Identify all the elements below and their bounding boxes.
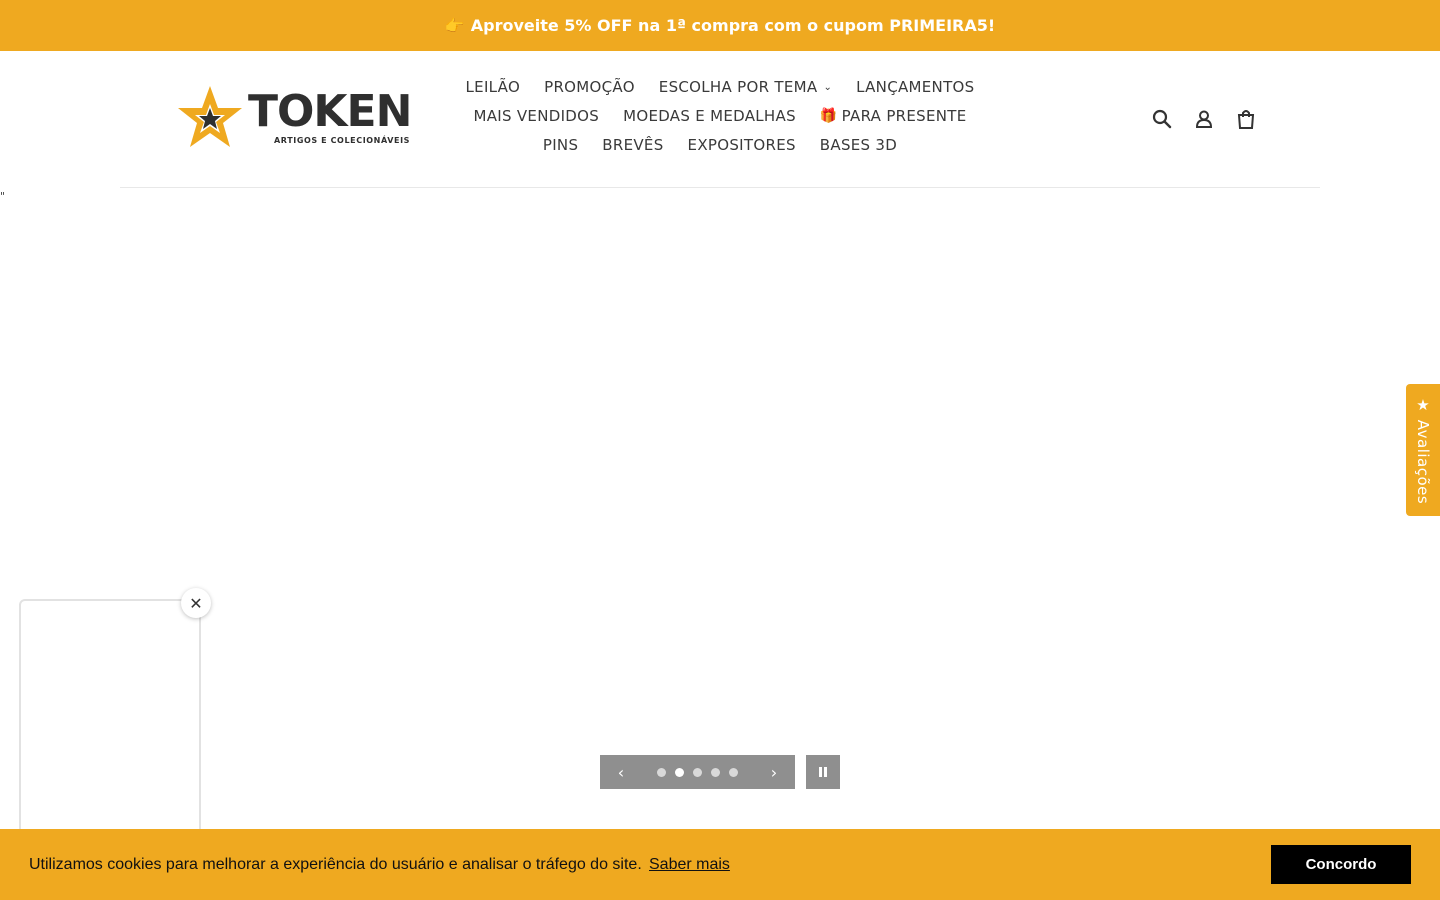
slide-dots	[657, 767, 738, 777]
pointing-hand-icon: 👉	[444, 16, 465, 35]
chevron-down-icon: ⌄	[823, 82, 833, 93]
nav-row-1: LEILÃO PROMOÇÃO ESCOLHA POR TEMA ⌄ LANÇA…	[440, 75, 1000, 98]
video-widget-panel[interactable]	[19, 599, 201, 839]
site-header: TOKEN ARTIGOS E COLECIONÁVEIS LEILÃO PRO…	[0, 51, 1440, 188]
header-actions	[1150, 107, 1258, 131]
slide-dot-5[interactable]	[729, 767, 738, 777]
nav-item-breves[interactable]: BREVÊS	[602, 136, 663, 154]
nav-item-para-presente[interactable]: 🎁 PARA PRESENTE	[820, 107, 967, 125]
nav-item-moedas-e-medalhas[interactable]: MOEDAS E MEDALHAS	[623, 107, 796, 125]
logo-tagline: ARTIGOS E COLECIONÁVEIS	[274, 136, 411, 145]
nav-item-pins[interactable]: PINS	[543, 136, 578, 154]
gift-icon: 🎁	[819, 107, 838, 124]
nav-item-promocao[interactable]: PROMOÇÃO	[544, 78, 635, 96]
slide-dot-1[interactable]	[657, 767, 666, 777]
site-logo[interactable]: TOKEN ARTIGOS E COLECIONÁVEIS	[174, 84, 428, 154]
nav-item-escolha-por-tema[interactable]: ESCOLHA POR TEMA ⌄	[659, 78, 832, 96]
nav-item-expositores[interactable]: EXPOSITORES	[688, 136, 796, 154]
announcement-text: Aproveite 5% OFF na 1ª compra com o cupo…	[470, 16, 996, 35]
slide-dot-3[interactable]	[693, 767, 702, 777]
nav-item-lancamentos[interactable]: LANÇAMENTOS	[856, 78, 974, 96]
next-slide-arrow-icon[interactable]: ›	[765, 763, 783, 782]
cookie-message: Utilizamos cookies para melhorar a exper…	[29, 855, 642, 873]
slideshow-nav: ‹ ›	[600, 755, 795, 789]
nav-item-mais-vendidos[interactable]: MAIS VENDIDOS	[473, 107, 599, 125]
close-icon[interactable]: ✕	[181, 588, 211, 618]
cookie-accept-button[interactable]: Concordo	[1271, 845, 1411, 884]
account-icon[interactable]	[1192, 107, 1216, 131]
cookie-consent-bar: Utilizamos cookies para melhorar a exper…	[0, 829, 1440, 900]
announcement-bar: 👉 Aproveite 5% OFF na 1ª compra com o cu…	[0, 0, 1440, 51]
nav-item-bases-3d[interactable]: BASES 3D	[820, 136, 897, 154]
pause-slideshow-button[interactable]	[806, 755, 840, 789]
slide-dot-2[interactable]	[675, 767, 684, 777]
main-navigation: LEILÃO PROMOÇÃO ESCOLHA POR TEMA ⌄ LANÇA…	[440, 75, 1000, 156]
slideshow-controls: ‹ ›	[600, 755, 840, 789]
nav-row-3: PINS BREVÊS EXPOSITORES BASES 3D	[440, 133, 1000, 156]
logo-wordmark: TOKEN	[248, 86, 412, 137]
pause-icon	[819, 767, 822, 777]
previous-slide-arrow-icon[interactable]: ‹	[612, 763, 630, 782]
nav-row-2: MAIS VENDIDOS MOEDAS E MEDALHAS 🎁 PARA P…	[440, 104, 1000, 127]
reviews-tab-label: ★ Avaliações	[1414, 395, 1432, 505]
star-logo-icon	[178, 86, 242, 147]
stray-quote-text: "	[0, 190, 6, 203]
header-divider	[120, 187, 1320, 188]
nav-item-leilao[interactable]: LEILÃO	[466, 78, 521, 96]
cart-icon[interactable]	[1234, 107, 1258, 131]
cookie-learn-more-link[interactable]: Saber mais	[649, 856, 730, 874]
search-icon[interactable]	[1150, 107, 1174, 131]
slide-dot-4[interactable]	[711, 767, 720, 777]
reviews-side-tab[interactable]: ★ Avaliações	[1406, 384, 1440, 516]
